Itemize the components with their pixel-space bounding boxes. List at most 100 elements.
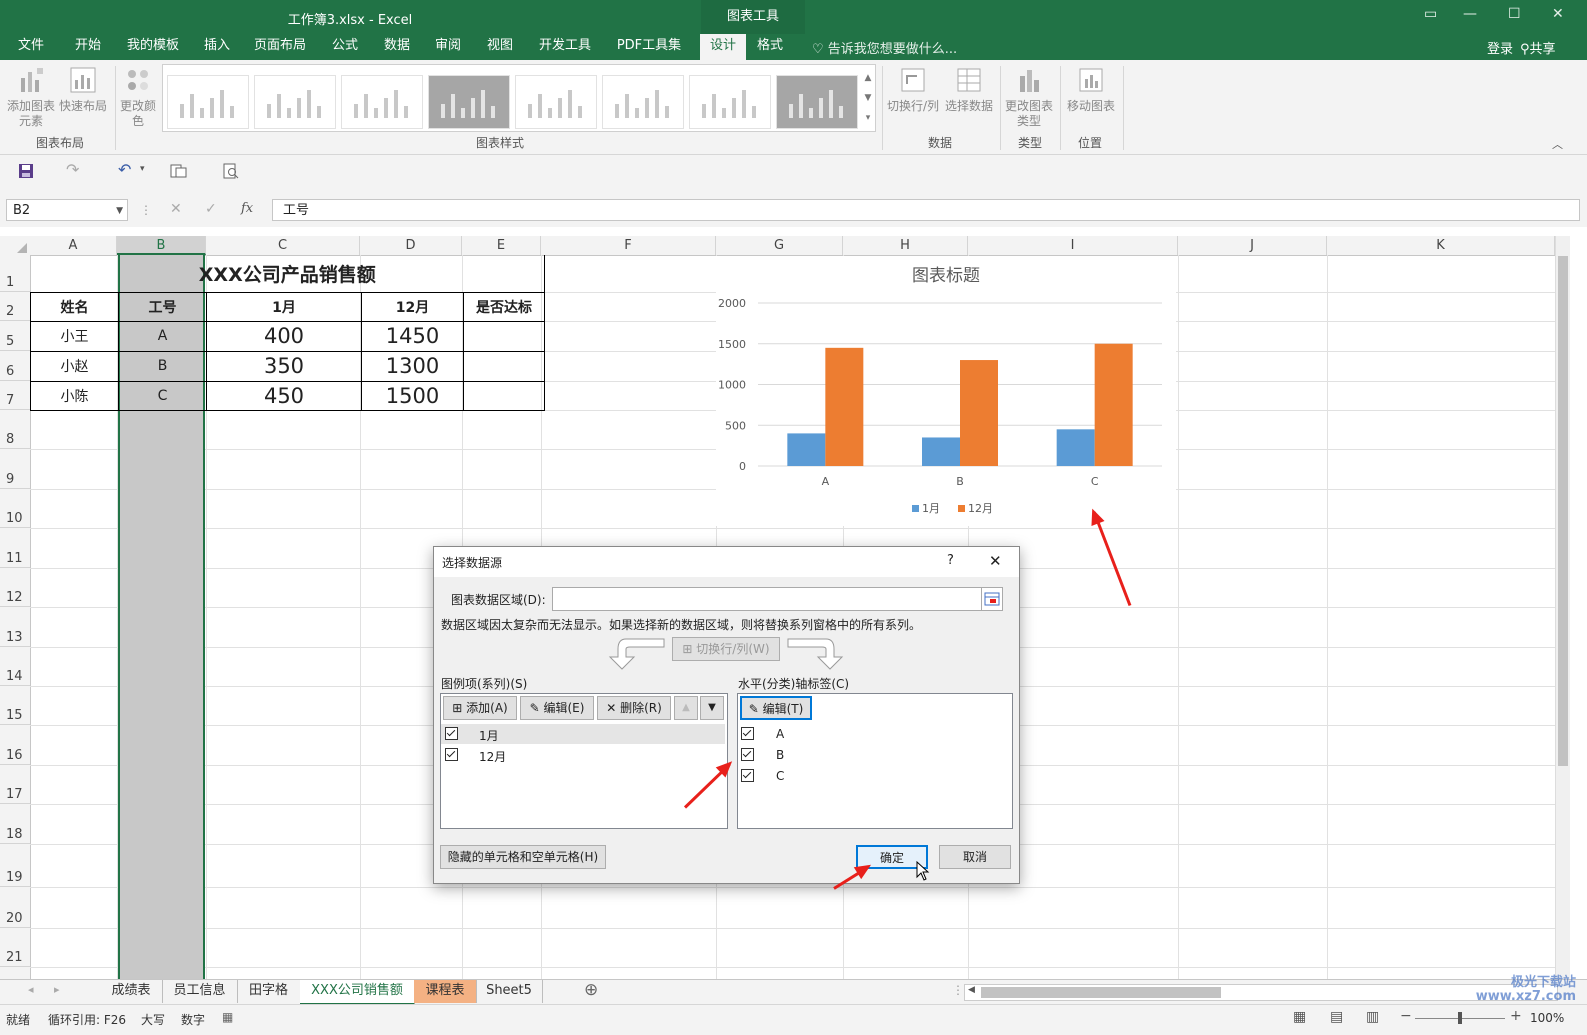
ribbon-tab[interactable]: 数据 (378, 34, 416, 60)
row-header[interactable]: 16 (0, 725, 30, 765)
dec-cell[interactable]: 1300 (361, 350, 464, 382)
confirm-entry-icon[interactable]: ✓ (205, 201, 217, 217)
row-header[interactable]: 14 (0, 647, 30, 686)
column-header-h[interactable]: H (843, 236, 968, 255)
list-item[interactable]: 1月 (441, 724, 725, 744)
insert-function-icon[interactable]: fx (241, 201, 253, 216)
chart-style-thumbnail[interactable] (428, 75, 510, 129)
print-preview-icon[interactable] (170, 163, 187, 179)
horizontal-scroll-thumb[interactable] (981, 987, 1221, 998)
ribbon-tab[interactable]: 页面布局 (248, 34, 312, 60)
sheet-tab[interactable]: 成绩表 (100, 980, 163, 1003)
list-item[interactable]: B (738, 745, 1010, 765)
met-target-cell[interactable] (463, 350, 545, 382)
maximize-icon[interactable]: ☐ (1508, 6, 1521, 22)
name-box-dropdown-icon[interactable]: ▼ (116, 200, 123, 222)
select-all-corner[interactable] (0, 236, 30, 255)
dialog-close-button[interactable]: ✕ (989, 552, 1002, 570)
vertical-scroll-thumb[interactable] (1558, 256, 1568, 766)
column-header-c[interactable]: C (206, 236, 360, 255)
column-header-d[interactable]: D (360, 236, 462, 255)
checkbox-icon[interactable] (445, 748, 458, 761)
column-header-i[interactable]: I (968, 236, 1178, 255)
page-break-view-icon[interactable]: ▥ (1366, 1009, 1379, 1025)
zoom-level[interactable]: 100% (1530, 1011, 1564, 1025)
jan-cell[interactable]: 450 (206, 380, 362, 411)
redo-icon[interactable]: ↷ (66, 160, 79, 179)
save-icon[interactable] (18, 163, 34, 179)
row-header[interactable]: 5 (0, 321, 30, 351)
checkbox-icon[interactable] (741, 748, 754, 761)
row-header[interactable]: 1 (0, 255, 30, 292)
undo-dropdown-icon[interactable]: ▾ (140, 164, 145, 174)
edit-axis-labels-button[interactable]: ✎ 编辑(T) (740, 696, 812, 720)
id-cell[interactable]: C (118, 380, 207, 411)
row-header[interactable]: 2 (0, 292, 30, 321)
ribbon-tab[interactable]: 公式 (324, 34, 366, 60)
column-header-b[interactable]: B (117, 236, 206, 255)
row-header[interactable]: 20 (0, 887, 30, 928)
ribbon-tab[interactable]: 开发工具 (532, 34, 598, 60)
minimize-icon[interactable]: — (1463, 6, 1477, 22)
share-button[interactable]: ⚲共享 (1520, 38, 1556, 57)
zoom-slider-thumb[interactable] (1458, 1012, 1462, 1024)
chart-style-thumbnail[interactable] (689, 75, 771, 129)
chart-style-thumbnail[interactable] (167, 75, 249, 129)
column-header-j[interactable]: J (1178, 236, 1327, 255)
chart-style-thumbnail[interactable] (341, 75, 423, 129)
row-header[interactable]: 9 (0, 449, 30, 489)
row-header[interactable]: 18 (0, 804, 30, 844)
jan-cell[interactable]: 400 (206, 320, 362, 352)
hidden-empty-cells-button[interactable]: 隐藏的单元格和空单元格(H) (440, 845, 606, 869)
checkbox-icon[interactable] (741, 769, 754, 782)
ribbon-tab[interactable]: 视图 (480, 34, 520, 60)
tell-me-search[interactable]: ♡ 告诉我您想要做什么... (812, 38, 957, 57)
ribbon-display-options-icon[interactable]: ▭ (1424, 6, 1437, 22)
row-header[interactable]: 13 (0, 607, 30, 647)
name-cell[interactable]: 小赵 (30, 350, 119, 382)
collapse-ribbon-icon[interactable]: ︿ (1552, 136, 1563, 152)
list-item[interactable]: 12月 (441, 745, 725, 765)
header-cell[interactable]: 12月 (361, 291, 464, 322)
row-header[interactable]: 7 (0, 381, 30, 410)
formula-input[interactable]: 工号 (272, 199, 1580, 221)
id-cell[interactable]: A (118, 320, 207, 352)
page-layout-view-icon[interactable]: ▤ (1330, 1009, 1343, 1025)
cancel-button[interactable]: 取消 (939, 845, 1011, 869)
header-cell[interactable]: 是否达标 (463, 291, 545, 322)
ribbon-tab[interactable]: 插入 (196, 34, 238, 60)
row-header[interactable]: 8 (0, 410, 30, 449)
met-target-cell[interactable] (463, 380, 545, 411)
row-header[interactable]: 10 (0, 489, 30, 528)
checkbox-icon[interactable] (445, 727, 458, 740)
embedded-chart[interactable]: 图表标题 0 500 1000 1500 2000 A B C 1月 12月 (716, 256, 1176, 526)
change-colors-button[interactable]: 更改颜色 (118, 66, 158, 129)
list-item[interactable]: A (738, 724, 1010, 744)
sheet-tab[interactable]: XXX公司销售额 (300, 980, 415, 1005)
move-up-button[interactable]: ▲ (674, 696, 698, 720)
column-header-a[interactable]: A (30, 236, 117, 255)
ribbon-tab[interactable]: 我的模板 (122, 34, 184, 60)
change-chart-type-button[interactable]: 更改图表类型 (1002, 66, 1056, 129)
edit-series-button[interactable]: ✎ 编辑(E) (520, 696, 594, 720)
ribbon-tab[interactable]: 开始 (68, 34, 108, 60)
help-button[interactable]: ? (947, 553, 954, 568)
row-header[interactable]: 21 (0, 928, 30, 967)
dec-cell[interactable]: 1500 (361, 380, 464, 411)
ribbon-tab[interactable]: 文件 (14, 34, 48, 60)
normal-view-icon[interactable]: ▦ (1293, 1009, 1306, 1025)
table-title[interactable]: XXX公司产品销售额 (30, 255, 545, 293)
range-picker-button[interactable] (981, 587, 1003, 611)
ribbon-tab[interactable]: 设计 (700, 34, 746, 60)
chart-style-thumbnail[interactable] (515, 75, 597, 129)
ribbon-tab[interactable]: 审阅 (428, 34, 468, 60)
row-header[interactable]: 12 (0, 568, 30, 607)
jan-cell[interactable]: 350 (206, 350, 362, 382)
zoom-in-icon[interactable]: + (1510, 1008, 1522, 1024)
undo-icon[interactable]: ↶ (118, 160, 131, 179)
row-header[interactable]: 6 (0, 351, 30, 381)
header-cell[interactable]: 姓名 (30, 291, 119, 322)
column-header-k[interactable]: K (1327, 236, 1555, 255)
move-down-button[interactable]: ▼ (700, 696, 724, 720)
tab-split-grip-icon[interactable]: ⋮ (952, 983, 964, 997)
